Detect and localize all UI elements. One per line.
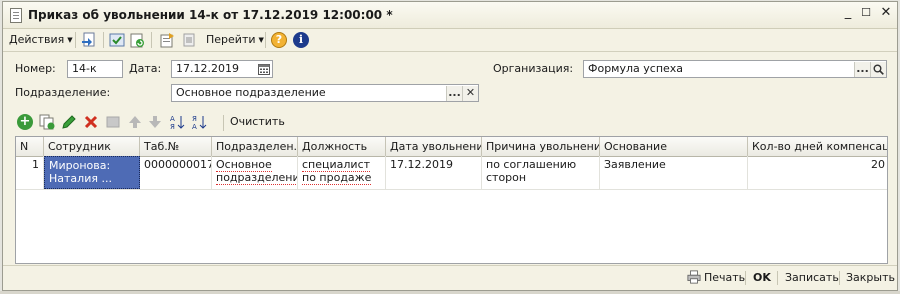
actions-menu[interactable]: Действия ▼: [9, 32, 73, 48]
main-toolbar: Действия ▼ Перейти ▼ ? i: [3, 29, 897, 52]
ok-button[interactable]: OK: [753, 271, 771, 285]
maximize-button[interactable]: ☐: [859, 6, 873, 20]
end-edit-icon[interactable]: [105, 114, 121, 130]
date-field[interactable]: 17.12.2019: [171, 60, 273, 78]
document-icon: [10, 8, 22, 23]
organization-choose-button[interactable]: ...: [854, 62, 870, 77]
organization-value: Формула успеха: [588, 62, 684, 75]
title-bar: Приказ об увольнении 14-к от 17.12.2019 …: [3, 2, 897, 29]
post-and-close-icon[interactable]: [81, 32, 97, 48]
statusbar-separator: [745, 271, 746, 285]
organization-field[interactable]: Формула успеха ...: [583, 60, 887, 78]
delete-row-icon[interactable]: [83, 114, 99, 130]
dropdown-arrow-icon: ▼: [258, 36, 264, 44]
cell-reason[interactable]: по соглашению сторон: [482, 156, 600, 189]
toolbar-separator: [103, 32, 104, 48]
window-title: Приказ об увольнении 14-к от 17.12.2019 …: [28, 8, 393, 22]
sort-ascending-icon[interactable]: A Я: [169, 114, 185, 130]
department-label: Подразделение:: [15, 86, 111, 99]
table-row[interactable]: 1 Миронова: Наталия ... 0000000017 Основ…: [16, 156, 887, 190]
cell-employee[interactable]: Миронова: Наталия ...: [44, 156, 140, 189]
save-button[interactable]: Записать: [785, 271, 839, 285]
structure-icon[interactable]: [181, 32, 197, 48]
search-icon[interactable]: [870, 62, 886, 77]
save-icon[interactable]: [109, 32, 125, 48]
number-value: 14-к: [72, 62, 97, 75]
cell-position-text: специалист по продаже: [302, 158, 372, 185]
cell-dismissal-date[interactable]: 17.12.2019: [386, 156, 482, 189]
department-choose-button[interactable]: ...: [446, 86, 462, 101]
move-down-icon[interactable]: [147, 114, 163, 130]
organization-label: Организация:: [493, 62, 574, 75]
date-label: Дата:: [129, 62, 162, 75]
column-header-basis[interactable]: Основание: [600, 137, 748, 156]
column-header-dismissal-date[interactable]: Дата увольнения: [386, 137, 482, 156]
bottom-command-bar: Печать OK Записать Закрыть: [3, 265, 897, 290]
cell-compensation-days[interactable]: 20: [748, 156, 887, 189]
cell-tab-no[interactable]: 0000000017: [140, 156, 212, 189]
column-header-employee[interactable]: Сотрудник: [44, 137, 140, 156]
move-up-icon[interactable]: [127, 114, 143, 130]
print-icon[interactable]: [686, 270, 702, 284]
refresh-icon[interactable]: [129, 32, 145, 48]
number-label: Номер:: [15, 62, 56, 75]
employees-table[interactable]: N Сотрудник Таб.№ Подразделен... Должнос…: [15, 136, 888, 264]
cell-department[interactable]: Основное подразделение: [212, 156, 298, 189]
goto-menu[interactable]: Перейти ▼: [206, 32, 264, 48]
info-icon[interactable]: i: [293, 32, 309, 48]
toolbar-separator: [265, 32, 266, 48]
dropdown-arrow-icon: ▼: [67, 36, 73, 44]
toolbar-separator: [75, 32, 76, 48]
column-header-n[interactable]: N: [16, 137, 44, 156]
column-header-compensation-days[interactable]: Кол-во дней компенсац...: [748, 137, 887, 156]
cell-position[interactable]: специалист по продаже: [298, 156, 386, 189]
table-toolbar: + A Я Я A Очистить: [3, 112, 897, 132]
cell-department-text: Основное подразделение: [216, 158, 297, 185]
column-header-reason[interactable]: Причина увольнения: [482, 137, 600, 156]
toolbar-separator: [223, 115, 224, 131]
number-field[interactable]: 14-к: [67, 60, 123, 78]
department-field[interactable]: Основное подразделение ... ✕: [171, 84, 479, 102]
close-button[interactable]: Закрыть: [846, 271, 895, 285]
sort-descending-icon[interactable]: Я A: [191, 114, 207, 130]
svg-text:Я: Я: [170, 123, 175, 130]
actions-menu-label: Действия: [9, 33, 65, 46]
svg-text:A: A: [170, 115, 175, 123]
edit-row-icon[interactable]: [61, 114, 77, 130]
add-row-icon[interactable]: +: [17, 114, 33, 130]
column-header-tab-no[interactable]: Таб.№: [140, 137, 212, 156]
svg-text:A: A: [192, 123, 197, 130]
goto-menu-label: Перейти: [206, 33, 256, 46]
cell-basis[interactable]: Заявление: [600, 156, 748, 189]
calendar-icon[interactable]: [256, 62, 272, 77]
help-icon[interactable]: ?: [271, 32, 287, 48]
column-header-position[interactable]: Должность: [298, 137, 386, 156]
clear-table-button[interactable]: Очистить: [230, 114, 285, 130]
minimize-button[interactable]: _: [841, 6, 855, 20]
statusbar-separator: [839, 271, 840, 285]
svg-text:Я: Я: [192, 115, 197, 123]
department-value: Основное подразделение: [176, 86, 326, 99]
cell-n[interactable]: 1: [16, 156, 44, 189]
date-value: 17.12.2019: [176, 62, 239, 75]
toolbar-separator: [151, 32, 152, 48]
statusbar-separator: [777, 271, 778, 285]
print-button[interactable]: Печать: [704, 271, 745, 285]
copy-row-icon[interactable]: [39, 114, 55, 130]
table-header: N Сотрудник Таб.№ Подразделен... Должнос…: [16, 137, 887, 157]
close-window-button[interactable]: ✕: [879, 6, 893, 20]
column-header-department[interactable]: Подразделен...: [212, 137, 298, 156]
department-clear-button[interactable]: ✕: [462, 86, 478, 101]
movements-icon[interactable]: [159, 32, 175, 48]
dismissal-order-window: Приказ об увольнении 14-к от 17.12.2019 …: [2, 1, 898, 291]
